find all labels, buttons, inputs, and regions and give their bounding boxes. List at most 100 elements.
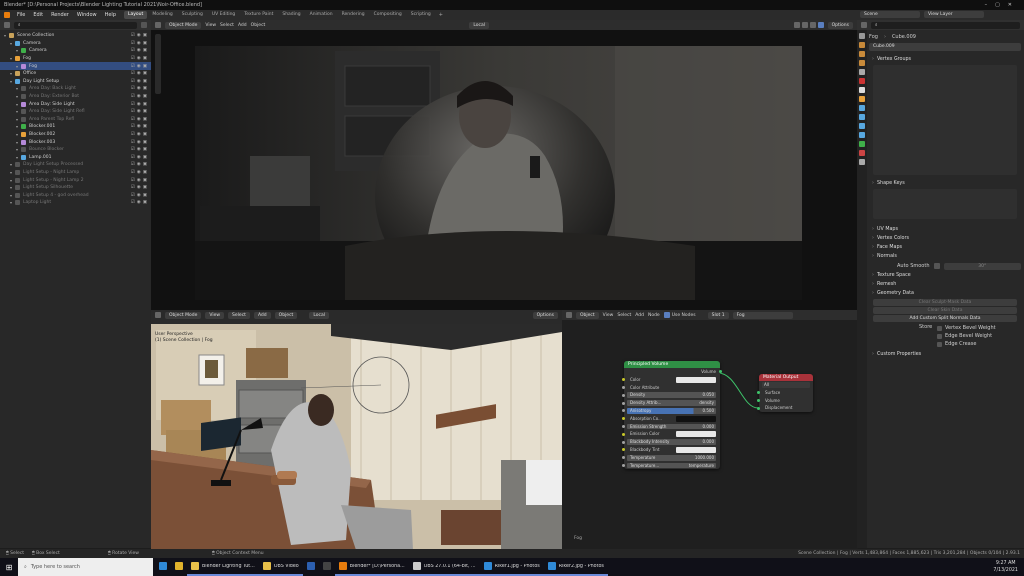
- eye-icon[interactable]: ◉: [137, 185, 141, 190]
- auto-smooth-angle[interactable]: 30°: [943, 262, 1021, 270]
- camera-icon[interactable]: ▣: [143, 71, 147, 76]
- checkbox-icon[interactable]: ☑: [131, 94, 135, 99]
- input-field[interactable]: Density Attrib... density: [627, 400, 716, 406]
- taskbar-explorer2[interactable]: OBS Video: [258, 558, 303, 576]
- checkbox-icon[interactable]: [937, 325, 942, 331]
- eye-icon[interactable]: ◉: [137, 102, 141, 107]
- auto-smooth-checkbox[interactable]: [933, 263, 940, 269]
- checkbox-icon[interactable]: ☑: [131, 178, 135, 183]
- taskbar-obs[interactable]: OBS 27.0.1 (64-bit, ...: [408, 558, 480, 576]
- tab-shading[interactable]: Shading: [278, 11, 304, 19]
- camera-icon[interactable]: ▣: [143, 64, 147, 69]
- windows-start-icon[interactable]: ⊞: [0, 563, 18, 572]
- menu-file[interactable]: File: [13, 12, 29, 18]
- options-button[interactable]: Options: [827, 21, 853, 29]
- system-clock[interactable]: 9:27 AM 7/13/2021: [993, 560, 1018, 574]
- clear-sculpt-mask-button[interactable]: Clear Sculpt-Mask Data: [873, 299, 1017, 306]
- window-controls[interactable]: –▢✕: [985, 0, 1020, 10]
- transform-orientation[interactable]: Local: [309, 311, 329, 319]
- section-normals[interactable]: Normals: [869, 252, 1021, 261]
- blender-logo-icon[interactable]: [4, 12, 10, 18]
- menu-add[interactable]: Add: [253, 311, 271, 319]
- eye-icon[interactable]: ◉: [137, 155, 141, 160]
- camera-icon[interactable]: ▣: [143, 162, 147, 167]
- view-layer-icon[interactable]: [859, 60, 865, 66]
- checkbox-icon[interactable]: ☑: [131, 79, 135, 84]
- section-remesh[interactable]: Remesh: [869, 280, 1021, 289]
- node-input-row[interactable]: Density Attrib... density: [622, 399, 720, 407]
- eye-icon[interactable]: ◉: [137, 86, 141, 91]
- color-swatch[interactable]: [676, 446, 716, 453]
- tab-scripting[interactable]: Scripting: [407, 11, 435, 19]
- socket-icon[interactable]: [622, 401, 625, 405]
- outliner-row[interactable]: ▾ Area Day: Side Light Refl ☑ ◉ ▣: [0, 108, 151, 116]
- eye-icon[interactable]: ◉: [137, 140, 141, 145]
- eye-icon[interactable]: ◉: [137, 200, 141, 205]
- store-option[interactable]: Edge Bevel Weight: [937, 332, 996, 340]
- checkbox-icon[interactable]: ☑: [131, 33, 135, 38]
- outliner-row[interactable]: ▾ Blocker.002 ☑ ◉ ▣: [0, 131, 151, 139]
- 3d-viewport[interactable]: Object Mode View Select Add Object Local…: [151, 310, 562, 550]
- color-swatch[interactable]: [676, 415, 716, 422]
- outliner-search[interactable]: ⌕: [14, 21, 137, 29]
- checkbox-icon[interactable]: ☑: [131, 71, 135, 76]
- menu-window[interactable]: Window: [73, 12, 101, 18]
- shader-node-editor[interactable]: Object View Select Add Node Use Nodes Sl…: [562, 310, 858, 550]
- properties-search[interactable]: ⌕: [871, 21, 1020, 29]
- socket-icon[interactable]: [757, 406, 760, 410]
- shape-keys-list[interactable]: [873, 189, 1017, 219]
- vertex-groups-list[interactable]: [873, 65, 1017, 175]
- outliner-row[interactable]: ▾ Fog ☑ ◉ ▣: [0, 62, 151, 70]
- section-custom-properties[interactable]: Custom Properties: [869, 350, 1021, 359]
- checkbox-icon[interactable]: ☑: [131, 147, 135, 152]
- tab-rendering[interactable]: Rendering: [338, 11, 369, 19]
- section-uv-maps[interactable]: UV Maps: [869, 225, 1021, 234]
- input-field[interactable]: Temperature 1000.000: [627, 454, 716, 461]
- eye-icon[interactable]: ◉: [137, 56, 141, 61]
- socket-icon[interactable]: [757, 391, 760, 395]
- tab-sculpting[interactable]: Sculpting: [178, 11, 207, 19]
- camera-icon[interactable]: ▣: [143, 140, 147, 145]
- tool-shelf[interactable]: [155, 34, 161, 94]
- editor-type-icon[interactable]: [4, 22, 10, 28]
- outliner-row[interactable]: ▾ Light Setup - Night Lamp 2 ☑ ◉ ▣: [0, 176, 151, 184]
- section-geometry-data[interactable]: Geometry Data: [869, 289, 1021, 298]
- outliner-row[interactable]: ▾ Day Light Setup ☑ ◉ ▣: [0, 78, 151, 86]
- texture-icon[interactable]: [859, 159, 865, 165]
- world-icon[interactable]: [859, 78, 865, 84]
- eye-icon[interactable]: ◉: [137, 94, 141, 99]
- particles-icon[interactable]: [859, 114, 865, 120]
- menu-add[interactable]: Add: [238, 23, 247, 28]
- taskbar-search[interactable]: ⌕ Type here to search: [18, 558, 153, 576]
- outliner-row[interactable]: ▾ Light Setup - Night Lamp ☑ ◉ ▣: [0, 169, 151, 177]
- checkbox-icon[interactable]: ☑: [131, 117, 135, 122]
- eye-icon[interactable]: ◉: [137, 193, 141, 198]
- material-icon[interactable]: [859, 150, 865, 156]
- outliner-row[interactable]: ▾ Bounce Blocker ☑ ◉ ▣: [0, 146, 151, 154]
- node-input-row[interactable]: Color: [622, 376, 720, 384]
- editor-type-icon[interactable]: [155, 312, 161, 318]
- eye-icon[interactable]: ◉: [137, 64, 141, 69]
- outliner-row[interactable]: ▾ Area Day: Exterior Bot ☑ ◉ ▣: [0, 93, 151, 101]
- node-input-row[interactable]: Absorption Co...: [622, 415, 720, 423]
- options-button[interactable]: Options: [532, 311, 558, 319]
- socket-icon[interactable]: [622, 448, 625, 452]
- camera-icon[interactable]: ▣: [143, 56, 147, 61]
- node-input-row[interactable]: Temperature 1000.000: [622, 454, 720, 462]
- outliner-row[interactable]: ▾ Blocker.003 ☑ ◉ ▣: [0, 138, 151, 146]
- object-icon[interactable]: [859, 96, 865, 102]
- eye-icon[interactable]: ◉: [137, 41, 141, 46]
- checkbox-icon[interactable]: ☑: [131, 170, 135, 175]
- socket-icon[interactable]: [622, 456, 625, 460]
- node-input-row[interactable]: Volume: [757, 397, 813, 405]
- input-field[interactable]: Blackbody Intensity 0.000: [627, 439, 716, 445]
- principled-volume-node[interactable]: Principled Volume Volume Color Color Attr…: [622, 361, 722, 470]
- outliner-row[interactable]: ▾ Office ☑ ◉ ▣: [0, 70, 151, 78]
- outliner-row[interactable]: ▾ Area Day: Back Light ☑ ◉ ▣: [0, 85, 151, 93]
- node-title[interactable]: Material Output: [759, 374, 813, 381]
- outliner-row[interactable]: ▾ Light Setup 4 - god overhead ☑ ◉ ▣: [0, 191, 151, 199]
- outliner-row[interactable]: ▾ Camera ☑ ◉ ▣: [0, 47, 151, 55]
- eye-icon[interactable]: ◉: [137, 147, 141, 152]
- volume-output-socket[interactable]: Volume: [624, 368, 722, 376]
- outliner-row[interactable]: ▾ Scene Collection ☑ ◉ ▣: [0, 32, 151, 40]
